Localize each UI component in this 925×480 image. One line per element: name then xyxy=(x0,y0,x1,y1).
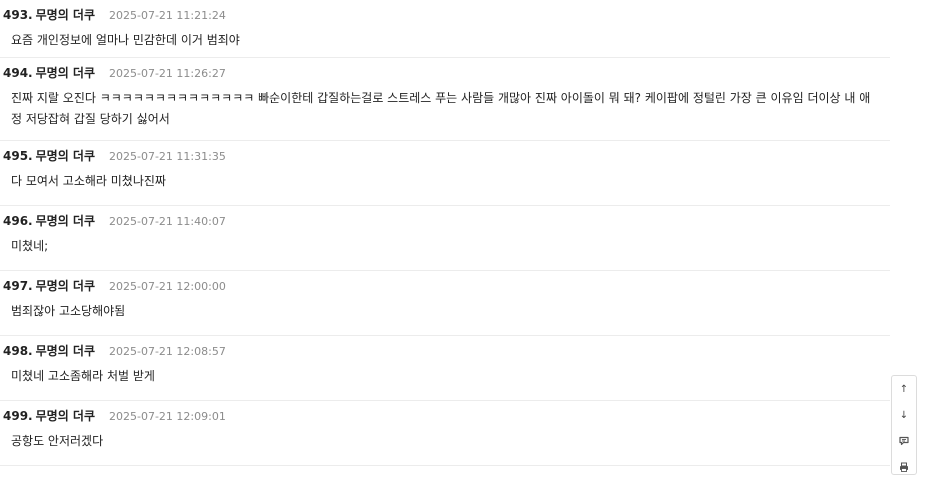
comment-author: 무명의 더쿠 xyxy=(35,8,95,22)
comment-item: 496. 무명의 더쿠 2025-07-21 11:40:07 미쳤네; xyxy=(0,206,890,271)
comment-list: 493. 무명의 더쿠 2025-07-21 11:21:24 요즘 개인정보에… xyxy=(0,0,890,466)
comment-timestamp: 2025-07-21 11:40:07 xyxy=(109,215,226,228)
comment-item: 494. 무명의 더쿠 2025-07-21 11:26:27 진짜 지랄 오진… xyxy=(0,58,890,141)
floating-toolbar: ↑ ↓ xyxy=(891,375,917,475)
comment-timestamp: 2025-07-21 11:21:24 xyxy=(109,9,226,22)
comment-author: 무명의 더쿠 xyxy=(35,279,95,293)
speech-bubble-icon xyxy=(899,436,909,446)
comment-body: 요즘 개인정보에 얼마나 민감한데 이거 범죄야 xyxy=(11,33,240,47)
comment-number[interactable]: 498. xyxy=(3,344,33,358)
comment-item: 497. 무명의 더쿠 2025-07-21 12:00:00 범죄잖아 고소당… xyxy=(0,271,890,336)
comment-number[interactable]: 499. xyxy=(3,409,33,423)
comment-header: 497. 무명의 더쿠 2025-07-21 12:00:00 xyxy=(0,271,890,295)
comment-body: 공항도 안저러겠다 xyxy=(11,434,104,448)
comment-author: 무명의 더쿠 xyxy=(35,344,95,358)
comment-item: 498. 무명의 더쿠 2025-07-21 12:08:57 미쳤네 고소좀해… xyxy=(0,336,890,401)
comment-timestamp: 2025-07-21 11:31:35 xyxy=(109,150,226,163)
comment-number[interactable]: 497. xyxy=(3,279,33,293)
comment-author: 무명의 더쿠 xyxy=(35,409,95,423)
comment-number[interactable]: 493. xyxy=(3,8,33,22)
printer-icon xyxy=(900,462,908,472)
print-button[interactable] xyxy=(892,454,916,480)
comment-item: 495. 무명의 더쿠 2025-07-21 11:31:35 다 모여서 고소… xyxy=(0,141,890,206)
comment-author: 무명의 더쿠 xyxy=(35,214,95,228)
comment-body: 미쳤네; xyxy=(11,239,49,253)
comment-timestamp: 2025-07-21 11:26:27 xyxy=(109,67,226,80)
comment-header: 499. 무명의 더쿠 2025-07-21 12:09:01 xyxy=(0,401,890,425)
comment-body: 미쳤네 고소좀해라 처벌 받게 xyxy=(11,369,155,383)
comment-author: 무명의 더쿠 xyxy=(35,149,95,163)
comment-number[interactable]: 496. xyxy=(3,214,33,228)
comment-header: 495. 무명의 더쿠 2025-07-21 11:31:35 xyxy=(0,141,890,165)
comment-header: 496. 무명의 더쿠 2025-07-21 11:40:07 xyxy=(0,206,890,230)
comment-body: 범죄잖아 고소당해야됨 xyxy=(11,304,126,318)
comment-body: 진짜 지랄 오진다 ㅋㅋㅋㅋㅋㅋㅋㅋㅋㅋㅋㅋㅋㅋ 빠순이한테 갑질하는걸로 스트… xyxy=(11,91,871,126)
comment-timestamp: 2025-07-21 12:08:57 xyxy=(109,345,226,358)
comment-header: 493. 무명의 더쿠 2025-07-21 11:21:24 xyxy=(0,0,890,24)
scroll-bottom-button[interactable]: ↓ xyxy=(892,402,916,428)
scroll-top-button[interactable]: ↑ xyxy=(892,376,916,402)
comment-number[interactable]: 494. xyxy=(3,66,33,80)
comment-number[interactable]: 495. xyxy=(3,149,33,163)
comment-body: 다 모여서 고소해라 미쳤나진짜 xyxy=(11,174,166,188)
comments-button[interactable] xyxy=(892,428,916,454)
arrow-up-icon: ↑ xyxy=(899,383,909,395)
arrow-down-icon: ↓ xyxy=(899,409,909,421)
comment-item: 499. 무명의 더쿠 2025-07-21 12:09:01 공항도 안저러겠… xyxy=(0,401,890,466)
comment-timestamp: 2025-07-21 12:00:00 xyxy=(109,280,226,293)
comment-header: 498. 무명의 더쿠 2025-07-21 12:08:57 xyxy=(0,336,890,360)
comment-item: 493. 무명의 더쿠 2025-07-21 11:21:24 요즘 개인정보에… xyxy=(0,0,890,58)
comment-author: 무명의 더쿠 xyxy=(35,66,95,80)
comment-timestamp: 2025-07-21 12:09:01 xyxy=(109,410,226,423)
comment-header: 494. 무명의 더쿠 2025-07-21 11:26:27 xyxy=(0,58,890,82)
